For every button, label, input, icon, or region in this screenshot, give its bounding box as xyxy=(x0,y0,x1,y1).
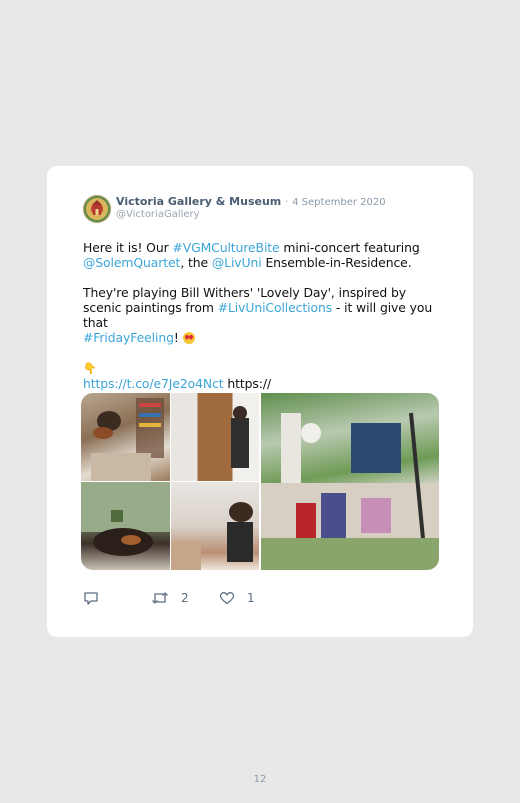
hashtag-link[interactable]: #LivUniCollections xyxy=(218,300,332,315)
tweet-text: Here it is! Our #VGMCultureBite mini-con… xyxy=(83,240,443,391)
text-segment: https:// xyxy=(223,376,272,391)
author-handle[interactable]: @VictoriaGallery xyxy=(116,209,200,220)
text-segment: mini-concert featuring xyxy=(279,240,420,255)
paragraph-1: Here it is! Our #VGMCultureBite mini-con… xyxy=(83,240,443,270)
author-name-text[interactable]: Victoria Gallery & Museum xyxy=(116,195,281,208)
text-segment: Here it is! Our xyxy=(83,240,173,255)
author-name[interactable]: Victoria Gallery & Museum · 4 September … xyxy=(116,195,386,208)
text-segment: ! xyxy=(173,330,179,345)
heart-eyes-emoji-icon xyxy=(182,332,195,344)
page-number: 12 xyxy=(253,774,267,785)
reply-button[interactable] xyxy=(83,591,99,605)
heart-icon xyxy=(219,592,235,605)
avatar[interactable] xyxy=(83,195,111,223)
mention-link[interactable]: @SolemQuartet xyxy=(83,255,180,270)
mention-link[interactable]: @LivUni xyxy=(212,255,262,270)
tweet-date[interactable]: 4 September 2020 xyxy=(292,197,385,208)
text-segment: Ensemble-in-Residence. xyxy=(261,255,412,270)
media-grid[interactable] xyxy=(81,393,439,570)
meta-separator: · xyxy=(285,197,289,208)
hashtag-link[interactable]: #VGMCultureBite xyxy=(172,240,279,255)
retweet-icon xyxy=(152,592,168,604)
video-still-violist[interactable] xyxy=(171,482,259,570)
hashtag-link[interactable]: #FridayFeeling xyxy=(83,330,174,345)
painting-image[interactable] xyxy=(261,393,439,570)
video-still-cellist[interactable] xyxy=(81,482,170,570)
reply-icon xyxy=(84,592,98,605)
video-still-door[interactable] xyxy=(171,393,259,481)
text-segment: , the xyxy=(180,255,212,270)
tweet-card: Victoria Gallery & Museum · 4 September … xyxy=(47,166,473,637)
tweet-actions: 2 1 xyxy=(83,591,383,607)
paragraph-3: 👇 https://t.co/e7Je2o4Nct https:// xyxy=(83,360,443,391)
retweet-button[interactable]: 2 xyxy=(151,591,189,605)
tweet-link[interactable]: https://t.co/e7Je2o4Nct xyxy=(83,376,224,391)
pointing-down-emoji-icon: 👇 xyxy=(83,362,97,375)
paragraph-2: They're playing Bill Withers' 'Lovely Da… xyxy=(83,285,443,345)
like-count: 1 xyxy=(247,591,255,605)
retweet-count: 2 xyxy=(181,591,189,605)
video-still-violinist[interactable] xyxy=(81,393,170,481)
like-button[interactable]: 1 xyxy=(219,591,255,605)
